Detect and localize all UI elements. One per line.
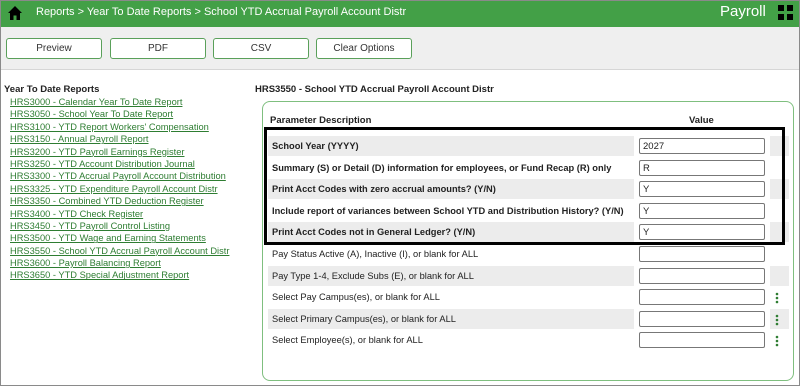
toolbar: Preview PDF CSV Clear Options	[0, 27, 800, 70]
summary-detail-input[interactable]	[639, 160, 765, 176]
csv-button[interactable]: CSV	[213, 38, 309, 59]
more-options-icon[interactable]	[774, 314, 780, 326]
list-item: HRS3150 - Annual Payroll Report	[10, 133, 229, 145]
list-item: HRS3450 - YTD Payroll Control Listing	[10, 220, 229, 232]
primary-campus-input[interactable]	[639, 311, 765, 327]
list-item: HRS3500 - YTD Wage and Earning Statement…	[10, 232, 229, 244]
menu-link-hrs3050[interactable]: HRS3050 - School Year To Date Report	[10, 109, 173, 119]
employee-input[interactable]	[639, 332, 765, 348]
param-row-pay-campus: Select Pay Campus(es), or blank for ALL	[272, 292, 440, 302]
menu-link-hrs3600[interactable]: HRS3600 - Payroll Balancing Report	[10, 258, 161, 268]
home-icon[interactable]	[7, 5, 23, 21]
menu-link-hrs3250[interactable]: HRS3250 - YTD Account Distribution Journ…	[10, 159, 195, 169]
menu-link-hrs3100[interactable]: HRS3100 - YTD Report Workers' Compensati…	[10, 122, 209, 132]
row-side-cell	[770, 136, 789, 156]
pay-campus-input[interactable]	[639, 289, 765, 305]
menu-link-hrs3000[interactable]: HRS3000 - Calendar Year To Date Report	[10, 97, 182, 107]
report-menu: HRS3000 - Calendar Year To Date Report H…	[10, 96, 229, 282]
param-row-variances: Include report of variances between Scho…	[272, 206, 624, 216]
breadcrumb: Reports > Year To Date Reports > School …	[36, 6, 407, 18]
list-item: HRS3650 - YTD Special Adjustment Report	[10, 269, 229, 281]
menu-link-hrs3450[interactable]: HRS3450 - YTD Payroll Control Listing	[10, 221, 170, 231]
not-in-gl-input[interactable]	[639, 224, 765, 240]
menu-link-hrs3650[interactable]: HRS3650 - YTD Special Adjustment Report	[10, 270, 189, 280]
list-item: HRS3100 - YTD Report Workers' Compensati…	[10, 121, 229, 133]
value-header: Value	[689, 115, 714, 126]
param-row-zero-accrual: Print Acct Codes with zero accrual amoun…	[268, 179, 634, 199]
variances-input[interactable]	[639, 203, 765, 219]
param-row-pay-status: Pay Status Active (A), Inactive (I), or …	[272, 249, 479, 259]
app-title: Payroll	[720, 3, 766, 20]
list-item: HRS3400 - YTD Check Register	[10, 208, 229, 220]
param-row-school-year: School Year (YYYY)	[268, 136, 634, 156]
list-item: HRS3600 - Payroll Balancing Report	[10, 257, 229, 269]
more-options-icon[interactable]	[774, 335, 780, 347]
param-row-primary-campus: Select Primary Campus(es), or blank for …	[268, 309, 634, 329]
list-item: HRS3550 - School YTD Accrual Payroll Acc…	[10, 245, 229, 257]
app-header: Reports > Year To Date Reports > School …	[0, 0, 800, 27]
list-item: HRS3325 - YTD Expenditure Payroll Accoun…	[10, 183, 229, 195]
menu-link-hrs3150[interactable]: HRS3150 - Annual Payroll Report	[10, 134, 149, 144]
zero-accrual-input[interactable]	[639, 181, 765, 197]
menu-link-hrs3500[interactable]: HRS3500 - YTD Wage and Earning Statement…	[10, 233, 206, 243]
report-title: HRS3550 - School YTD Accrual Payroll Acc…	[255, 84, 494, 95]
list-item: HRS3200 - YTD Payroll Earnings Register	[10, 146, 229, 158]
menu-link-hrs3300[interactable]: HRS3300 - YTD Accrual Payroll Account Di…	[10, 171, 226, 181]
param-row-employee: Select Employee(s), or blank for ALL	[272, 335, 423, 345]
list-item: HRS3000 - Calendar Year To Date Report	[10, 96, 229, 108]
preview-button[interactable]: Preview	[6, 38, 102, 59]
row-side-cell	[770, 266, 789, 286]
clear-options-button[interactable]: Clear Options	[316, 38, 412, 59]
more-options-icon[interactable]	[774, 292, 780, 304]
menu-link-hrs3350[interactable]: HRS3350 - Combined YTD Deduction Registe…	[10, 196, 204, 206]
list-item: HRS3350 - Combined YTD Deduction Registe…	[10, 195, 229, 207]
school-year-input[interactable]	[639, 138, 765, 154]
pay-type-input[interactable]	[639, 268, 765, 284]
grid-icon[interactable]	[778, 5, 793, 20]
parameter-description-header: Parameter Description	[270, 115, 372, 126]
param-row-pay-type: Pay Type 1-4, Exclude Subs (E), or blank…	[268, 266, 634, 286]
pay-status-input[interactable]	[639, 246, 765, 262]
pdf-button[interactable]: PDF	[110, 38, 206, 59]
list-item: HRS3300 - YTD Accrual Payroll Account Di…	[10, 170, 229, 182]
menu-link-hrs3550[interactable]: HRS3550 - School YTD Accrual Payroll Acc…	[10, 246, 229, 256]
param-row-summary-detail: Summary (S) or Detail (D) information fo…	[272, 163, 612, 173]
row-side-cell	[770, 179, 789, 199]
list-item: HRS3250 - YTD Account Distribution Journ…	[10, 158, 229, 170]
menu-link-hrs3325[interactable]: HRS3325 - YTD Expenditure Payroll Accoun…	[10, 184, 218, 194]
param-row-not-in-gl: Print Acct Codes not in General Ledger? …	[268, 222, 634, 242]
menu-title: Year To Date Reports	[4, 84, 100, 95]
list-item: HRS3050 - School Year To Date Report	[10, 108, 229, 120]
row-side-cell	[770, 222, 789, 242]
menu-link-hrs3200[interactable]: HRS3200 - YTD Payroll Earnings Register	[10, 147, 184, 157]
menu-link-hrs3400[interactable]: HRS3400 - YTD Check Register	[10, 209, 143, 219]
